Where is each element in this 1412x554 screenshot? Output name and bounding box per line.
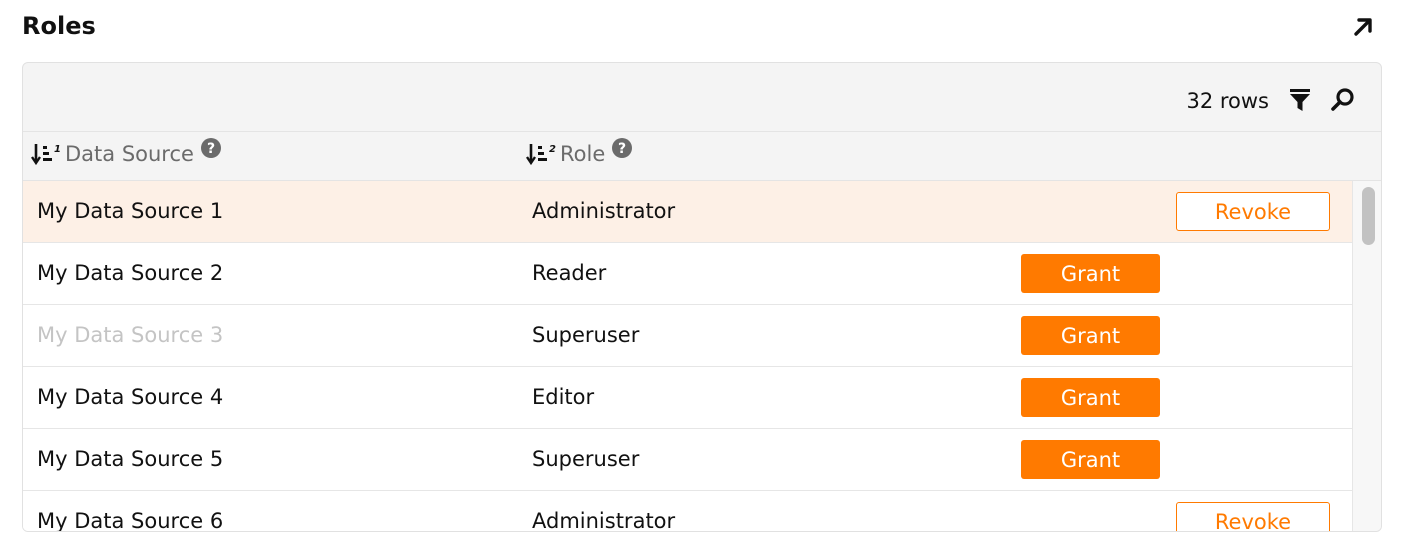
- table-row[interactable]: My Data Source 5 Superuser Grant: [23, 429, 1352, 491]
- help-circle-icon[interactable]: ?: [611, 137, 633, 159]
- svg-text:2: 2: [549, 144, 556, 155]
- revoke-button[interactable]: Revoke: [1176, 502, 1330, 531]
- svg-text:?: ?: [207, 141, 215, 157]
- table-row[interactable]: My Data Source 1 Administrator Revoke: [23, 181, 1352, 243]
- data-source-cell: My Data Source 4: [37, 385, 224, 409]
- arrow-up-right-icon[interactable]: [1350, 14, 1376, 40]
- search-icon[interactable]: [1330, 87, 1356, 113]
- role-cell: Superuser: [532, 323, 640, 347]
- column-header-label: Data Source: [65, 142, 194, 166]
- row-count: 32 rows: [1186, 89, 1269, 113]
- svg-text:1: 1: [54, 144, 61, 155]
- column-header-data-source[interactable]: 1 Data Source ?: [31, 138, 222, 166]
- revoke-button[interactable]: Revoke: [1176, 192, 1330, 231]
- grant-button[interactable]: Grant: [1021, 378, 1160, 417]
- column-header-role[interactable]: 2 Role ?: [526, 138, 633, 166]
- vertical-scrollbar[interactable]: [1352, 181, 1381, 531]
- table-toolbar: 32 rows: [23, 63, 1381, 131]
- help-circle-icon[interactable]: ?: [200, 137, 222, 159]
- table-row[interactable]: My Data Source 6 Administrator Revoke: [23, 491, 1352, 532]
- data-source-cell: My Data Source 2: [37, 261, 224, 285]
- filter-icon[interactable]: [1288, 87, 1312, 113]
- grant-button[interactable]: Grant: [1021, 254, 1160, 293]
- grant-button[interactable]: Grant: [1021, 316, 1160, 355]
- table-header: 1 Data Source ? 2 Role ?: [23, 131, 1381, 181]
- table-row[interactable]: My Data Source 2 Reader Grant: [23, 243, 1352, 305]
- table-row[interactable]: My Data Source 3 Superuser Grant: [23, 305, 1352, 367]
- sort-desc-icon: 2: [526, 144, 556, 166]
- table-body: My Data Source 1 Administrator Revoke My…: [23, 181, 1352, 532]
- data-source-cell: My Data Source 1: [37, 199, 224, 223]
- svg-text:?: ?: [618, 141, 626, 157]
- table-row[interactable]: My Data Source 4 Editor Grant: [23, 367, 1352, 429]
- data-source-cell: My Data Source 3: [37, 323, 224, 347]
- role-cell: Administrator: [532, 199, 676, 223]
- role-cell: Editor: [532, 385, 595, 409]
- role-cell: Superuser: [532, 447, 640, 471]
- scrollbar-thumb[interactable]: [1362, 187, 1375, 245]
- data-source-cell: My Data Source 6: [37, 509, 224, 532]
- role-cell: Administrator: [532, 509, 676, 532]
- column-header-label: Role: [560, 142, 606, 166]
- sort-desc-icon: 1: [31, 144, 61, 166]
- page-title: Roles: [22, 12, 96, 40]
- roles-table: 32 rows 1 Data Source ? 2 Role ? My Data…: [22, 62, 1382, 532]
- role-cell: Reader: [532, 261, 607, 285]
- data-source-cell: My Data Source 5: [37, 447, 224, 471]
- grant-button[interactable]: Grant: [1021, 440, 1160, 479]
